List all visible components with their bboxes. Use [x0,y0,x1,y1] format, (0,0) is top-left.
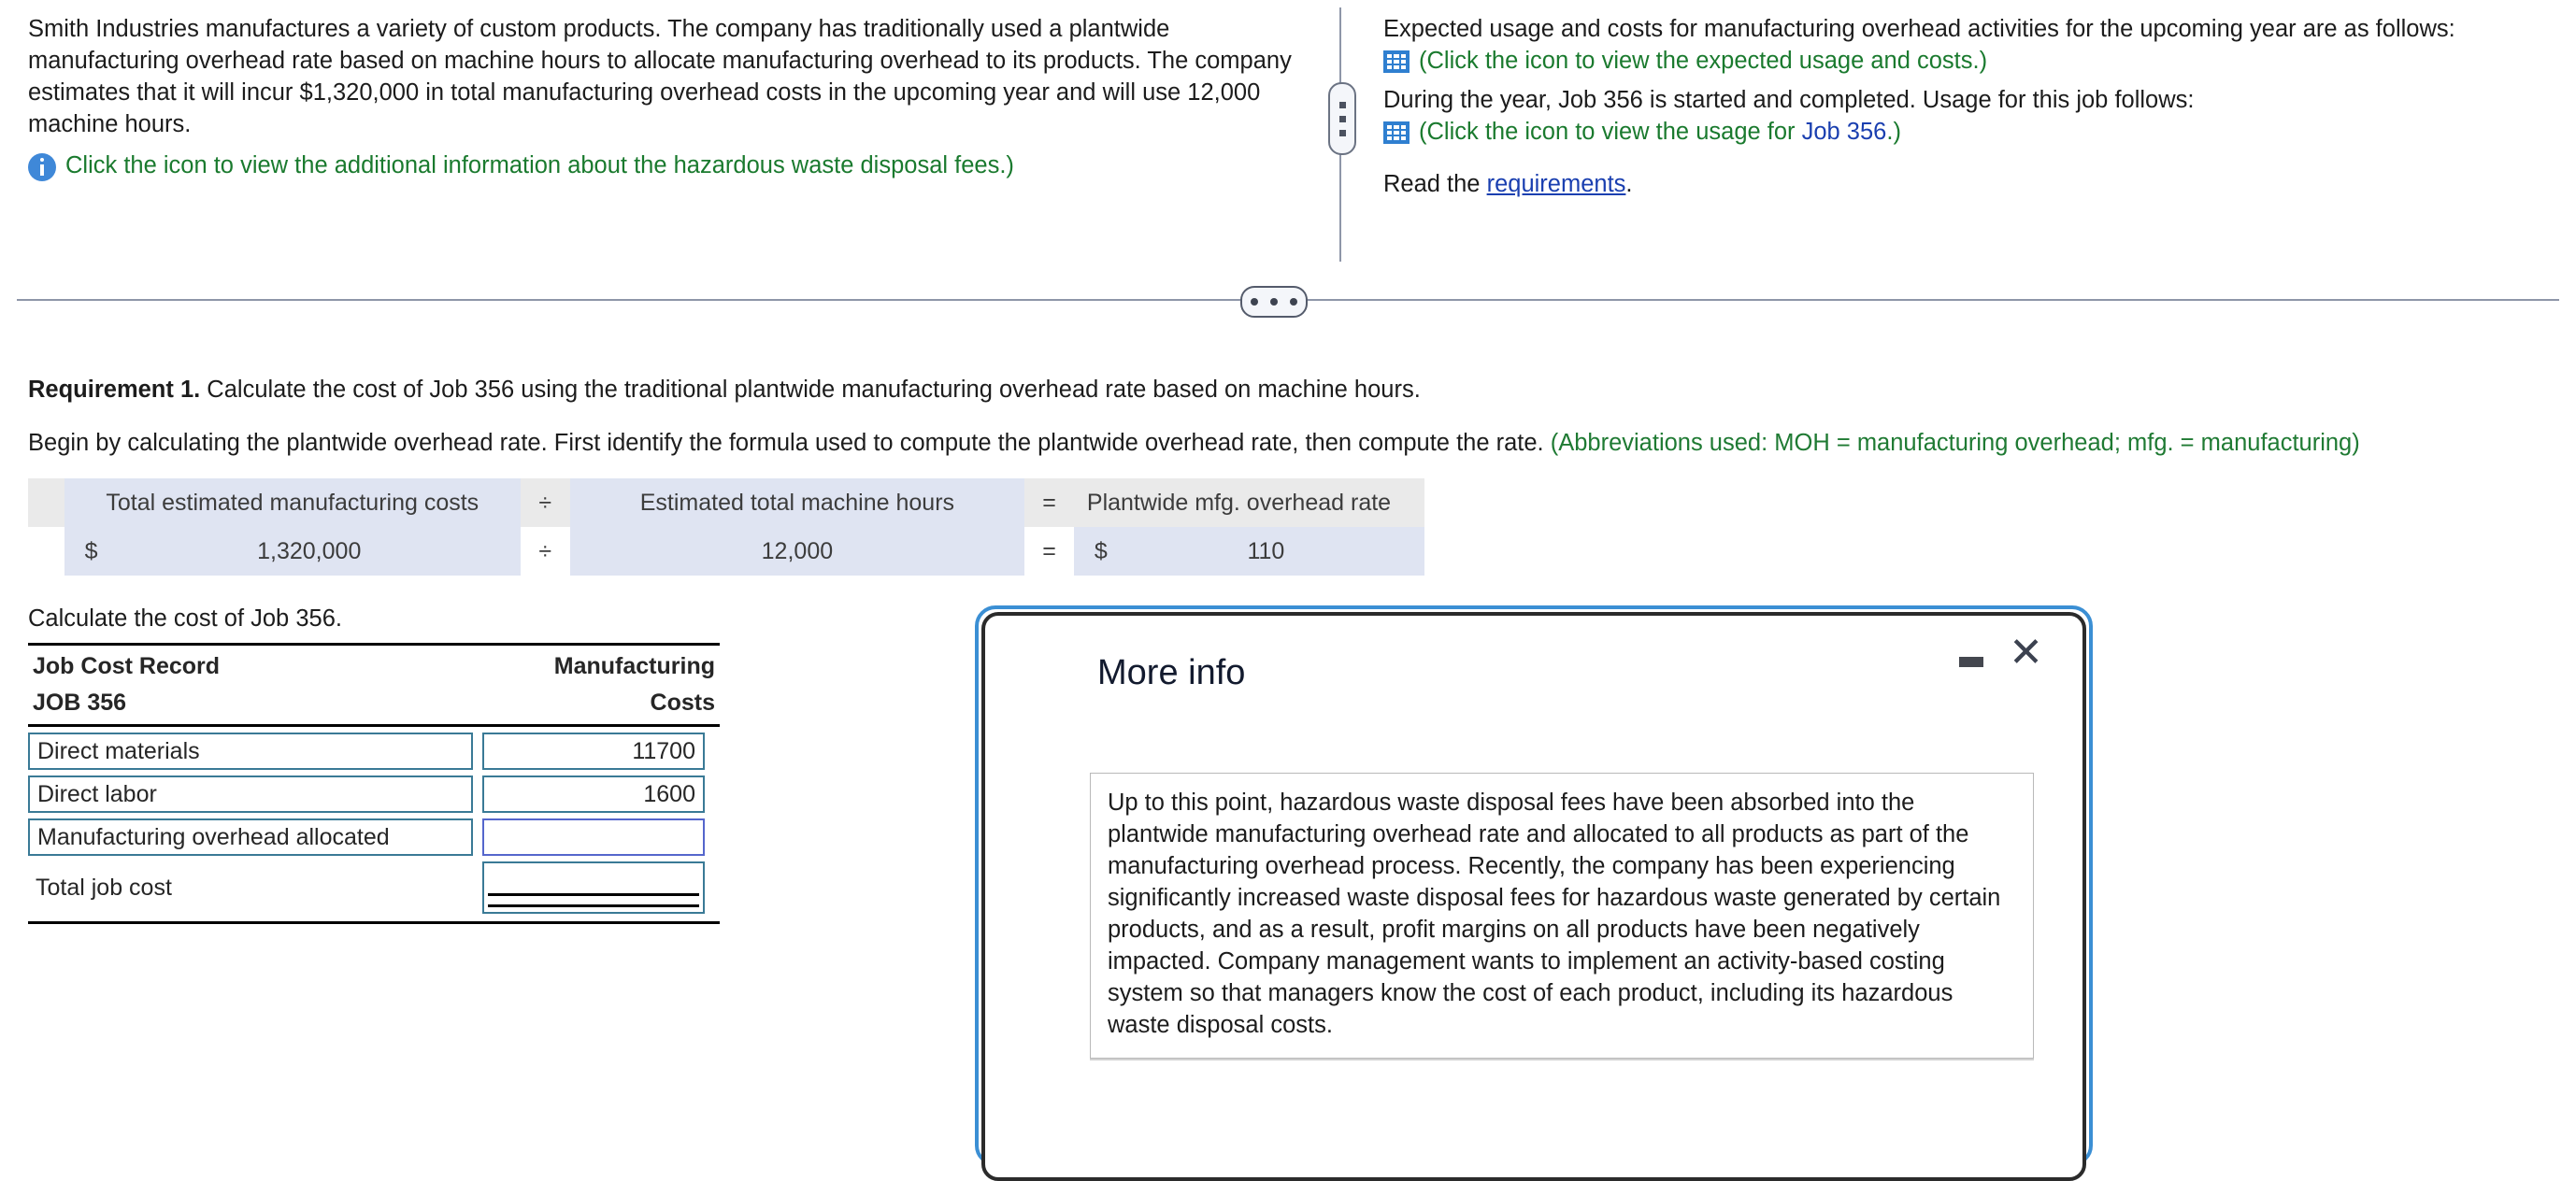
job-table-header-row-2: JOB 356 Costs [28,680,720,727]
job-cost-record-table: Job Cost Record Manufacturing JOB 356 Co… [28,643,720,924]
abbreviations-note: (Abbreviations used: MOH = manufacturing… [1550,430,2360,456]
right-problem-pane: Expected usage and costs for manufacturi… [1383,13,2552,200]
formula-value-row: $ 1,320,000 ÷ 12,000 = $ 110 [28,527,1424,576]
requirement-1-text: Calculate the cost of Job 356 using the … [200,377,1421,403]
job-usage-link-row[interactable]: (Click the icon to view the usage for Jo… [1383,116,2552,148]
read-requirements-row: Read the requirements. [1383,168,2552,200]
job-table-header-row-1: Job Cost Record Manufacturing [28,646,720,680]
job-usage-link-label[interactable]: (Click the icon to view the usage for Jo… [1419,116,1901,148]
formula-header-row: Total estimated manufacturing costs ÷ Es… [28,478,1424,527]
formula-header-col2: Estimated total machine hours [569,478,1025,527]
job-usage-intro: During the year, Job 356 is started and … [1383,87,2195,113]
handle-dot [1338,129,1346,136]
requirement-1-line: Requirement 1. Calculate the cost of Job… [28,374,2552,406]
handle-dot [1338,115,1346,122]
grid-icon[interactable] [1383,116,1410,144]
horizontal-divider-handle[interactable] [1240,286,1308,318]
more-info-link-row[interactable]: Click the icon to view the additional in… [28,149,1301,186]
manufacturing-overhead-allocated-input[interactable] [482,818,705,856]
job-table-bottom-rule [28,921,720,924]
formula-value-col3-symbol: $ [1094,537,1108,564]
job-table-header-left-1: Job Cost Record [33,653,221,679]
manufacturing-overhead-allocated-label[interactable]: Manufacturing overhead allocated [28,818,473,856]
vertical-divider-handle[interactable] [1328,82,1356,155]
formula-value-pad [28,527,64,576]
total-job-cost-label: Total job cost [36,874,172,901]
expected-usage-link-row[interactable]: (Click the icon to view the expected usa… [1383,45,2552,77]
formula-value-col1-number: 1,320,000 [257,537,362,564]
close-icon[interactable]: ✕ [2009,633,2043,674]
requirements-link[interactable]: requirements [1487,171,1626,197]
table-row: Manufacturing overhead allocated [28,818,720,856]
formula-header-col3: Plantwide mfg. overhead rate [1073,478,1424,527]
problem-paragraph: Smith Industries manufactures a variety … [28,16,1292,137]
table-row: Direct labor 1600 [28,775,720,813]
requirement-1-label: Requirement 1. [28,377,201,403]
expected-usage-link-label[interactable]: (Click the icon to view the expected usa… [1419,45,1987,77]
total-job-cost-input[interactable] [482,861,705,914]
formula-header-pad [28,478,64,527]
handle-dot [1290,298,1297,306]
requirement-section: Requirement 1. Calculate the cost of Job… [28,374,2552,459]
handle-dot [1270,298,1278,306]
formula-header-op1: ÷ [520,478,570,527]
formula-value-op2: = [1024,527,1074,576]
direct-labor-label[interactable]: Direct labor [28,775,473,813]
plantwide-rate-formula-table: Total estimated manufacturing costs ÷ Es… [28,478,1424,576]
formula-value-col3-number: 110 [1247,537,1285,564]
double-underline [488,893,699,907]
expected-usage-intro: Expected usage and costs for manufacturi… [1383,16,2455,42]
calculate-job-cost-instruction: Calculate the cost of Job 356. [28,605,342,632]
grid-icon[interactable] [1383,45,1410,73]
formula-value-col3[interactable]: $ 110 [1073,527,1424,576]
direct-materials-label[interactable]: Direct materials [28,733,473,770]
more-info-body-text: Up to this point, hazardous waste dispos… [1108,790,2001,1038]
more-info-dialog-body: Up to this point, hazardous waste dispos… [1090,773,2034,1059]
formula-header-col1: Total estimated manufacturing costs [64,478,521,527]
more-info-dialog-inner: More info ✕ Up to this point, hazardous … [981,612,2086,1181]
job-table-header-right-2: Costs [650,690,715,716]
info-icon[interactable] [28,149,56,186]
formula-value-op1: ÷ [520,527,570,576]
table-row: Direct materials 11700 [28,733,720,770]
left-problem-pane: Smith Industries manufactures a variety … [28,13,1301,186]
minimize-icon[interactable] [1959,657,1983,667]
direct-materials-input[interactable]: 11700 [482,733,705,770]
handle-dot [1338,101,1346,108]
more-info-dialog-title: More info [1097,653,1246,692]
formula-value-col1-symbol: $ [84,537,98,564]
begin-instruction-line: Begin by calculating the plantwide overh… [28,427,2552,459]
read-the-label: Read the [1383,171,1487,197]
job-table-header-right-1: Manufacturing [553,653,715,679]
job-usage-link-pre: (Click the icon to view the usage for [1419,119,1802,145]
problem-statement-area: Smith Industries manufactures a variety … [0,0,2576,280]
direct-labor-input[interactable]: 1600 [482,775,705,813]
formula-value-col1[interactable]: $ 1,320,000 [64,527,521,576]
job-usage-link-post: .) [1886,119,1901,145]
formula-header-op2: = [1024,478,1074,527]
handle-dot [1251,298,1258,306]
total-job-cost-row: Total job cost [28,861,720,914]
job-table-header-left-2: JOB 356 [33,690,127,716]
formula-value-col2[interactable]: 12,000 [569,527,1025,576]
begin-instruction-text: Begin by calculating the plantwide overh… [28,430,1551,456]
read-period: . [1625,171,1633,197]
more-info-link-label[interactable]: Click the icon to view the additional in… [65,149,1014,181]
more-info-dialog: More info ✕ Up to this point, hazardous … [975,605,2093,1181]
job-356-link[interactable]: Job 356 [1802,119,1887,145]
